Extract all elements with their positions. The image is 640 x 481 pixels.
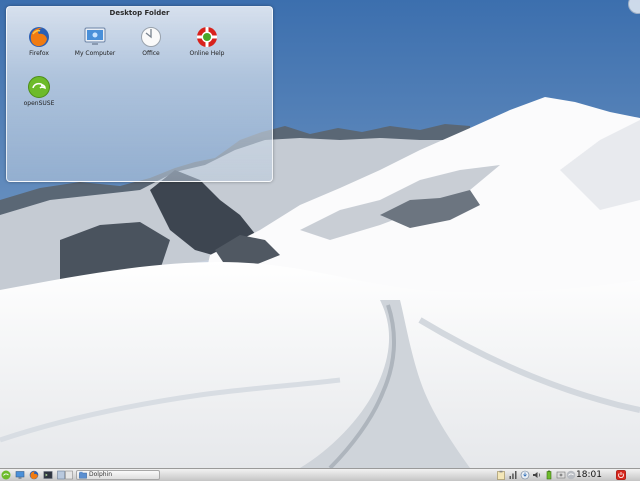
network-icon xyxy=(509,471,517,479)
desktop-folder-widget[interactable]: Desktop Folder Firefox My Computer Offic… xyxy=(6,6,273,182)
desktop-icon-online-help[interactable]: Online Help xyxy=(179,25,235,57)
desktop-icon-opensuse[interactable]: openSUSE xyxy=(11,75,67,107)
opensuse-icon xyxy=(28,76,50,98)
launcher-my-computer[interactable] xyxy=(15,470,25,480)
desktop-icon-my-computer[interactable]: My Computer xyxy=(67,25,123,57)
launcher-firefox[interactable] xyxy=(29,470,39,480)
taskbar-panel: Dolphin 18:01 xyxy=(0,468,640,481)
office-icon xyxy=(141,27,161,47)
desktop-icon-label: openSUSE xyxy=(23,100,55,107)
updater-icon xyxy=(520,470,530,480)
virtual-desktop-pager[interactable] xyxy=(57,470,73,480)
tray-clipboard[interactable] xyxy=(496,470,506,480)
tray-network[interactable] xyxy=(508,470,518,480)
tray-opensuse[interactable] xyxy=(566,470,576,480)
firefox-icon xyxy=(29,470,39,480)
desktop-icon-firefox[interactable]: Firefox xyxy=(11,25,67,57)
task-label: Dolphin xyxy=(89,471,113,478)
konsole-icon xyxy=(43,471,53,479)
tray-battery[interactable] xyxy=(544,470,554,480)
volume-icon xyxy=(533,472,541,478)
pager-icon xyxy=(57,470,73,480)
desktop-icon-label: My Computer xyxy=(74,50,116,57)
desktop-icon-office[interactable]: Office xyxy=(123,25,179,57)
power-icon xyxy=(616,470,626,480)
clipboard-icon xyxy=(497,470,505,480)
application-launcher-button[interactable] xyxy=(1,470,11,480)
help-lifebuoy-icon xyxy=(197,27,217,47)
shutdown-button[interactable] xyxy=(616,470,626,480)
desktop-folder-title: Desktop Folder xyxy=(109,9,170,17)
battery-icon xyxy=(546,470,552,480)
device-notifier-icon xyxy=(556,471,566,479)
opensuse-menu-icon xyxy=(1,470,11,480)
desktop-icon-label: Online Help xyxy=(189,50,225,57)
launcher-konsole[interactable] xyxy=(43,470,53,480)
desktop-icon-label: Firefox xyxy=(29,50,49,57)
tray-volume[interactable] xyxy=(532,470,542,480)
tray-device-notifier[interactable] xyxy=(556,470,566,480)
computer-icon xyxy=(84,27,106,45)
dolphin-icon xyxy=(79,471,87,479)
opensuse-tray-icon xyxy=(566,470,576,480)
panel-clock[interactable]: 18:01 xyxy=(576,469,602,481)
desktop-icon-label: Office xyxy=(142,50,160,57)
computer-icon xyxy=(15,471,25,479)
tray-updater[interactable] xyxy=(520,470,530,480)
firefox-icon xyxy=(29,27,49,47)
taskbar-task-dolphin[interactable]: Dolphin xyxy=(76,470,160,480)
